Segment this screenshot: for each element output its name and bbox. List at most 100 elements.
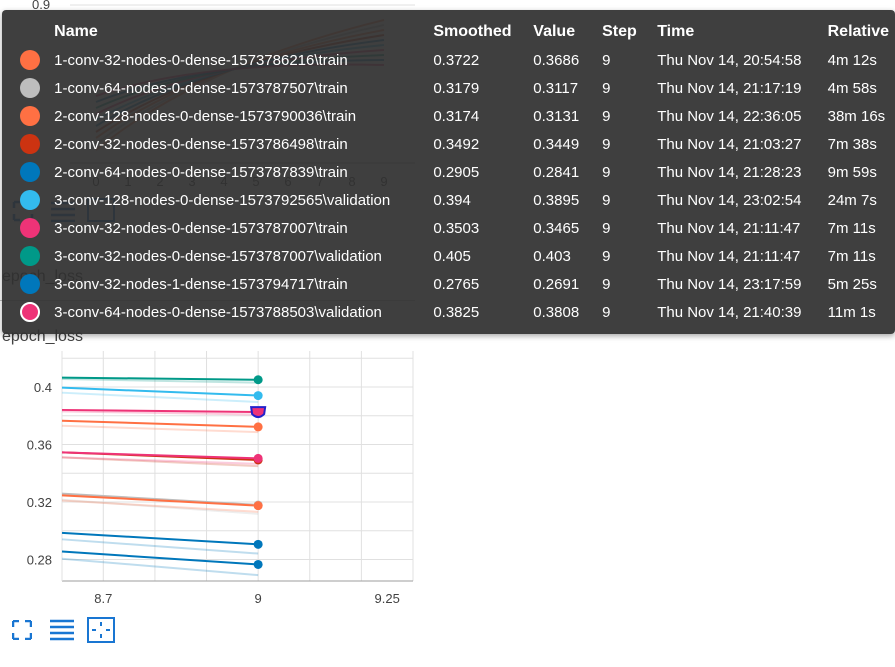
series-end-point: [253, 422, 263, 432]
tooltip-cell-name: 3-conv-32-nodes-0-dense-1573787007\valid…: [54, 247, 382, 265]
tooltip-cell-step: 9: [602, 107, 611, 125]
tooltip-cell-value: 0.2841: [533, 163, 580, 181]
tooltip-cell-relative: 24m 7s: [827, 191, 877, 209]
tooltip-row: 3-conv-32-nodes-1-dense-1573794717\train…: [2, 270, 895, 298]
tooltip-cell-step: 9: [602, 79, 611, 97]
raw-series-lines: [61, 378, 259, 577]
tooltip-cell-name: 2-conv-128-nodes-0-dense-1573790036\trai…: [54, 107, 357, 125]
header-name: Name: [54, 23, 98, 40]
tooltip-cell-step: 9: [602, 219, 611, 237]
tooltip-cell-name: 2-conv-32-nodes-0-dense-1573786498\train: [54, 135, 348, 153]
tooltip-cell-smoothed: 0.3503: [433, 219, 480, 237]
tooltip-cell-value: 0.403: [533, 247, 571, 265]
header-smoothed: Smoothed: [433, 23, 512, 40]
y-tick-label: 0.28: [27, 552, 52, 567]
header-time: Time: [657, 23, 695, 40]
raw-series-line: [61, 557, 259, 577]
tooltip-cell-time: Thu Nov 14, 21:28:23: [657, 163, 802, 181]
swatch-cell: [2, 46, 54, 74]
tooltip-cell-smoothed: 0.3825: [433, 303, 480, 321]
tooltip-row: 3-conv-64-nodes-0-dense-1573788503\valid…: [2, 298, 895, 326]
swatch-cell: [2, 214, 54, 242]
series-end-point: [253, 539, 263, 549]
tooltip-cell-time: Thu Nov 14, 20:54:58: [657, 51, 802, 69]
fullscreen-icon[interactable]: [11, 619, 33, 645]
header-value: Value: [533, 23, 576, 40]
series-color-swatch: [20, 218, 40, 238]
tooltip-cell-name: 3-conv-128-nodes-0-dense-1573792565\vali…: [54, 191, 391, 209]
tooltip-cell-smoothed: 0.3722: [433, 51, 480, 69]
tooltip-cell-relative: 4m 58s: [827, 79, 877, 97]
swatch-cell: [2, 130, 54, 158]
tooltip-row: 2-conv-32-nodes-0-dense-1573786498\train…: [2, 130, 895, 158]
tooltip-cell-relative: 7m 38s: [827, 135, 877, 153]
header-step: Step: [602, 23, 637, 40]
tooltip-cell-value: 0.3465: [533, 219, 580, 237]
swatch-header: [2, 18, 54, 46]
hover-marker: [249, 406, 267, 419]
x-tick-label: 8.7: [94, 591, 112, 606]
smoothed-series-line: [61, 494, 259, 507]
x-tick-labels: 8.7 9 9.25: [94, 591, 400, 606]
tooltip-cell-name: 2-conv-64-nodes-0-dense-1573787839\train: [54, 163, 348, 181]
tooltip-cell-value: 0.3808: [533, 303, 580, 321]
x-tick-label: 9.25: [375, 591, 400, 606]
tooltip-header-row: Name Smoothed Value Step Time Relative: [2, 18, 895, 46]
tooltip-cell-time: Thu Nov 14, 21:40:39: [657, 303, 802, 321]
tooltip-cell-smoothed: 0.394: [433, 191, 471, 209]
tooltip-cell-step: 9: [602, 247, 611, 265]
series-end-point: [253, 559, 263, 569]
tooltip-cell-name: 1-conv-64-nodes-0-dense-1573787507\train: [54, 79, 348, 97]
tooltip-cell-value: 0.3117: [533, 79, 579, 97]
tooltip-cell-value: 0.3895: [533, 191, 580, 209]
smoothed-series-line: [61, 550, 259, 566]
swatch-cell: [2, 158, 54, 186]
series-color-swatch: [20, 190, 40, 210]
tooltip: Name Smoothed Value Step Time Relative 1…: [2, 10, 895, 334]
series-end-point: [253, 391, 263, 401]
tooltip-cell-smoothed: 0.2905: [433, 163, 480, 181]
swatch-cell: [2, 242, 54, 270]
tooltip-row: 2-conv-128-nodes-0-dense-1573790036\trai…: [2, 102, 895, 130]
tooltip-cell-time: Thu Nov 14, 23:02:54: [657, 191, 802, 209]
tooltip-cell-relative: 9m 59s: [827, 163, 877, 181]
tooltip-cell-name: 3-conv-32-nodes-0-dense-1573787007\train: [54, 219, 348, 237]
tooltip-cell-relative: 7m 11s: [827, 219, 876, 237]
tooltip-cell-name: 1-conv-32-nodes-0-dense-1573786216\train: [54, 51, 348, 69]
x-tick-label: 9: [255, 591, 262, 606]
tooltip-row: 3-conv-32-nodes-0-dense-1573787007\valid…: [2, 242, 895, 270]
tooltip-row: 2-conv-64-nodes-0-dense-1573787839\train…: [2, 158, 895, 186]
tooltip-cell-relative: 11m 1s: [827, 303, 876, 321]
tooltip-cell-relative: 5m 25s: [827, 275, 877, 293]
epoch-loss-chart[interactable]: 0.28 0.32 0.36 0.4 8.7 9 9.25: [0, 345, 420, 615]
series-color-swatch: [20, 50, 40, 70]
tooltip-cell-value: 0.3686: [533, 51, 580, 69]
data-table-icon[interactable]: [49, 619, 75, 646]
tooltip-cell-step: 9: [602, 303, 611, 321]
tooltip-cell-step: 9: [602, 135, 611, 153]
tooltip-row: 3-conv-128-nodes-0-dense-1573792565\vali…: [2, 186, 895, 214]
tooltip-cell-relative: 4m 12s: [827, 51, 877, 69]
swatch-cell: [2, 186, 54, 214]
tooltip-cell-smoothed: 0.405: [433, 247, 471, 265]
tooltip-cell-name: 3-conv-32-nodes-1-dense-1573794717\train: [54, 275, 348, 293]
series-color-swatch: [20, 106, 40, 126]
tooltip-cell-name: 3-conv-64-nodes-0-dense-1573788503\valid…: [54, 303, 382, 321]
series-color-swatch: [20, 302, 40, 322]
tooltip-cell-relative: 7m 11s: [827, 247, 876, 265]
swatch-cell: [2, 102, 54, 130]
tooltip-cell-step: 9: [602, 163, 611, 181]
y-tick-label: 0.36: [27, 437, 52, 452]
smoothed-series-line: [61, 531, 259, 546]
tooltip-cell-time: Thu Nov 14, 21:03:27: [657, 135, 802, 153]
series-end-point: [253, 375, 263, 385]
tooltip-row: 1-conv-64-nodes-0-dense-1573787507\train…: [2, 74, 895, 102]
tooltip-cell-relative: 38m 16s: [827, 107, 886, 125]
y-tick-labels: 0.28 0.32 0.36 0.4: [27, 380, 52, 568]
tooltip-cell-time: Thu Nov 14, 21:17:19: [657, 79, 802, 97]
y-tick-label: 0.4: [34, 380, 52, 395]
fit-domain-icon[interactable]: [87, 617, 115, 648]
tooltip-cell-smoothed: 0.3174: [433, 107, 480, 125]
tooltip-cell-step: 9: [602, 191, 611, 209]
series-color-swatch: [20, 134, 40, 154]
